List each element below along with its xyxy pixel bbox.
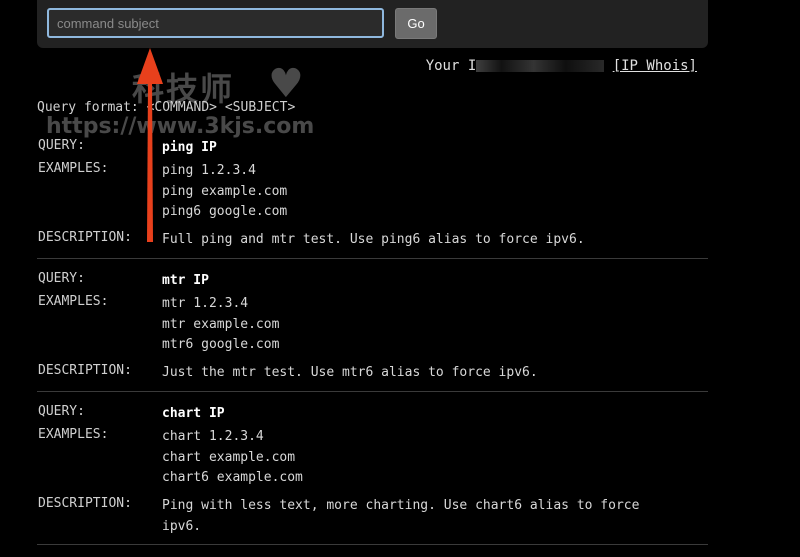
example-item: chart example.com <box>162 449 296 465</box>
command-input[interactable] <box>47 8 384 38</box>
ip-prefix: Your I <box>425 58 477 74</box>
example-item: chart 1.2.3.4 <box>162 429 264 444</box>
query-label: QUERY: <box>38 404 85 419</box>
examples-list: mtr 1.2.3.4 mtr example.com mtr6 google.… <box>162 294 682 356</box>
description-label: DESCRIPTION: <box>38 230 132 245</box>
heart-icon: ♥ <box>268 61 304 107</box>
watermark-url: https://www.3kjs.com <box>46 114 315 139</box>
example-item: chart6 example.com <box>162 470 303 485</box>
query-value: ping IP <box>162 140 217 155</box>
examples-label: EXAMPLES: <box>38 427 109 442</box>
example-item: ping 1.2.3.4 <box>162 163 256 178</box>
examples-label: EXAMPLES: <box>38 161 109 176</box>
description-value: Ping with less text, more charting. Use … <box>162 498 640 534</box>
example-item: ping example.com <box>162 183 288 199</box>
section-divider <box>37 391 708 392</box>
go-button[interactable]: Go <box>395 8 437 39</box>
query-label: QUERY: <box>38 271 85 286</box>
description-label: DESCRIPTION: <box>38 363 132 378</box>
example-item: mtr 1.2.3.4 <box>162 296 249 311</box>
section-divider <box>37 544 708 545</box>
query-value: mtr IP <box>162 273 209 288</box>
watermark-text: 科技师 <box>132 70 235 108</box>
examples-list: ping 1.2.3.4 ping example.com ping6 goog… <box>162 161 682 223</box>
description-label: DESCRIPTION: <box>38 496 132 511</box>
section-divider <box>37 258 708 259</box>
examples-label: EXAMPLES: <box>38 294 109 309</box>
example-item: ping6 google.com <box>162 204 288 219</box>
description-value: Full ping and mtr test. Use ping6 alias … <box>162 232 585 247</box>
masked-ip-address <box>476 60 605 72</box>
query-label: QUERY: <box>38 138 85 153</box>
description-value: Just the mtr test. Use mtr6 alias to for… <box>162 365 538 380</box>
ip-whois-link[interactable]: [IP Whois] <box>613 58 697 74</box>
examples-list: chart 1.2.3.4 chart example.com chart6 e… <box>162 427 682 489</box>
ip-info: Your I [IP Whois] <box>426 58 697 74</box>
example-item: mtr example.com <box>162 316 280 332</box>
command-bar: Go <box>37 0 708 48</box>
query-value: chart IP <box>162 406 225 421</box>
example-item: mtr6 google.com <box>162 337 280 352</box>
